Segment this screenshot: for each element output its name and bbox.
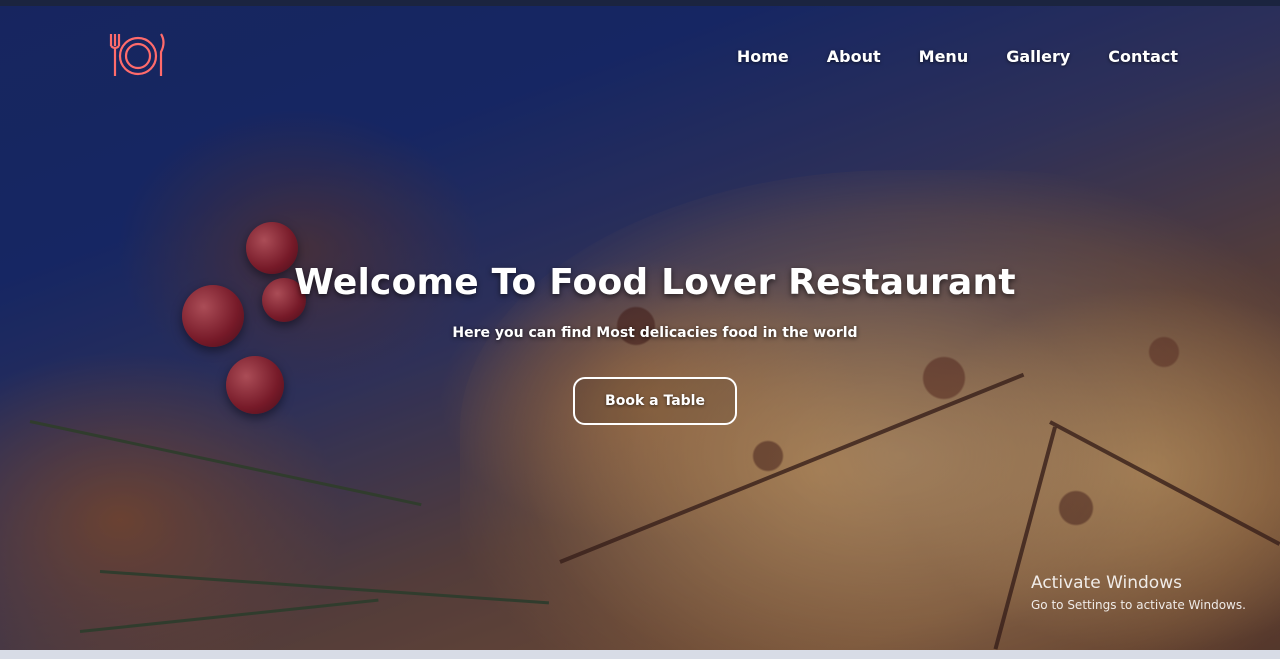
hero-title: Welcome To Food Lover Restaurant xyxy=(294,262,1016,303)
taskbar-edge xyxy=(0,650,1280,659)
watermark-title: Activate Windows xyxy=(1031,573,1182,593)
hero-subtitle: Here you can find Most delicacies food i… xyxy=(452,325,858,341)
logo[interactable] xyxy=(107,30,169,78)
nav-item-gallery[interactable]: Gallery xyxy=(1006,47,1070,66)
main-navigation: Home About Menu Gallery Contact xyxy=(737,47,1178,66)
nav-item-menu[interactable]: Menu xyxy=(919,47,969,66)
windows-activation-watermark: Activate Windows Go to Settings to activ… xyxy=(1031,572,1246,614)
hero-section: Home About Menu Gallery Contact Welcome … xyxy=(0,0,1280,659)
watermark-subtitle: Go to Settings to activate Windows. xyxy=(1031,598,1246,612)
nav-item-contact[interactable]: Contact xyxy=(1108,47,1178,66)
hero-content: Welcome To Food Lover Restaurant Here yo… xyxy=(0,262,1280,425)
book-table-button[interactable]: Book a Table xyxy=(573,377,737,425)
nav-item-home[interactable]: Home xyxy=(737,47,789,66)
nav-item-about[interactable]: About xyxy=(827,47,881,66)
fork-plate-knife-icon xyxy=(109,33,165,76)
